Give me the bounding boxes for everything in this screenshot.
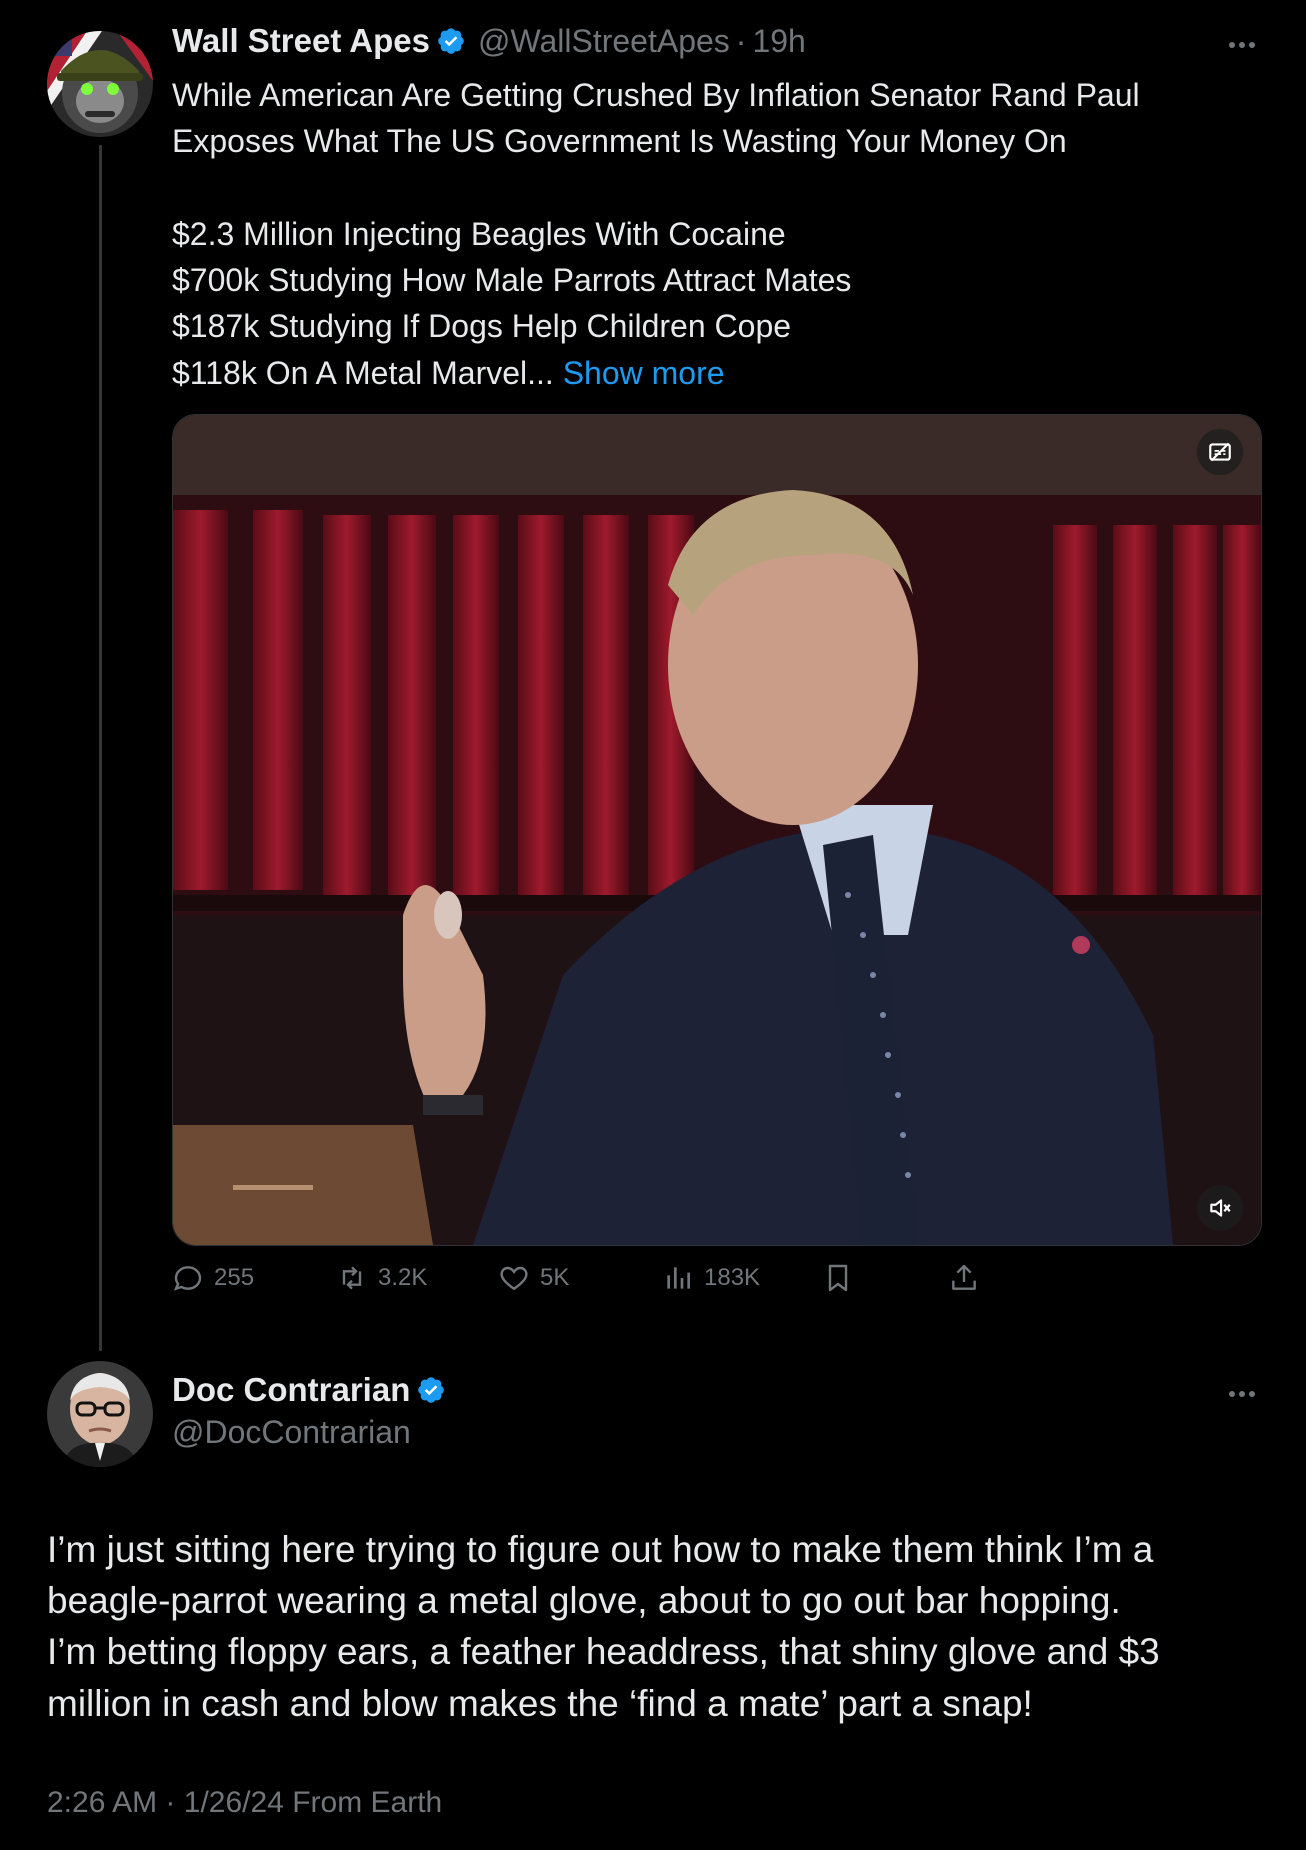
tweet-text-line: $700k Studying How Male Parrots Attract … [172, 262, 852, 299]
more-options-icon[interactable] [1222, 1374, 1262, 1414]
original-tweet-header: Wall Street Apes @WallStreetApes · 19h [172, 22, 806, 60]
show-more-link[interactable]: Show more [563, 355, 725, 391]
tweet-text-line: beagle-parrot wearing a metal glove, abo… [47, 1580, 1121, 1622]
bookmark-icon [828, 1264, 848, 1292]
mute-icon[interactable] [1197, 1185, 1243, 1231]
author-handle[interactable]: @WallStreetApes [478, 23, 730, 60]
reply-tweet-text: I’m just sitting here trying to figure o… [47, 1524, 1277, 1729]
tweet-text-line: $187k Studying If Dogs Help Children Cop… [172, 308, 792, 345]
views-button[interactable]: 183K [662, 1262, 760, 1294]
tweet-text-line: While American Are Getting Crushed By In… [172, 77, 1140, 113]
tweet-actions-bar: 255 3.2K 5K 183K [172, 1262, 1072, 1302]
avatar-doc-contrarian[interactable] [47, 1361, 153, 1467]
captions-icon[interactable] [1197, 429, 1243, 475]
share-button[interactable] [948, 1262, 990, 1294]
author-name[interactable]: Doc Contrarian [172, 1371, 410, 1409]
video-frame [173, 415, 1261, 1245]
reply-tweet-header: Doc Contrarian [172, 1371, 446, 1409]
views-count: 183K [704, 1264, 761, 1291]
avatar-wall-street-apes[interactable] [47, 31, 153, 137]
retweet-button[interactable]: 3.2K [336, 1262, 427, 1294]
author-handle[interactable]: @DocContrarian [172, 1414, 411, 1451]
tweet-text-truncated: $118k On A Metal Marvel... [172, 354, 563, 391]
verified-badge-icon[interactable] [436, 26, 466, 56]
reply-button[interactable]: 255 [172, 1262, 254, 1294]
like-count: 5K [540, 1264, 570, 1291]
like-button[interactable]: 5K [498, 1262, 569, 1294]
tweet-text-line: million in cash and blow makes the ‘find… [47, 1682, 1033, 1724]
reply-icon [173, 1266, 202, 1291]
meta-separator: · [165, 1786, 176, 1819]
post-timestamp[interactable]: 2:26 AM [47, 1786, 157, 1819]
reply-handle-row: @DocContrarian [172, 1414, 411, 1451]
post-time[interactable]: 19h [752, 23, 805, 60]
tweet-text-line: I’m betting floppy ears, a feather headd… [47, 1631, 1160, 1673]
video-player[interactable] [172, 414, 1262, 1246]
heart-icon [500, 1266, 528, 1291]
reply-count: 255 [214, 1264, 255, 1291]
bookmark-button[interactable] [822, 1262, 864, 1294]
verified-badge-icon[interactable] [416, 1375, 446, 1405]
thread-connector-line [99, 145, 102, 1351]
tweet-text-line: $118k On A Metal Marvel... Show more [172, 350, 1262, 396]
post-date[interactable]: 1/26/24 [184, 1786, 284, 1819]
views-icon [667, 1267, 690, 1289]
tweet-text-line: $2.3 Million Injecting Beagles With Coca… [172, 215, 786, 252]
more-options-icon[interactable] [1222, 25, 1262, 65]
tweet-text-line: Exposes What The US Government Is Wastin… [172, 123, 1067, 160]
original-tweet-text: While American Are Getting Crushed By In… [172, 72, 1262, 396]
tweet-text-line: I’m just sitting here trying to figure o… [47, 1529, 1154, 1570]
post-meta: 2:26 AM · 1/26/24 From Earth [47, 1786, 442, 1820]
retweet-count: 3.2K [378, 1264, 428, 1291]
tweet-text-line [172, 165, 1262, 211]
author-name[interactable]: Wall Street Apes [172, 22, 430, 60]
retweet-icon [342, 1266, 362, 1290]
share-icon [952, 1264, 976, 1290]
header-separator: · [735, 22, 747, 59]
post-location: From Earth [292, 1786, 443, 1819]
